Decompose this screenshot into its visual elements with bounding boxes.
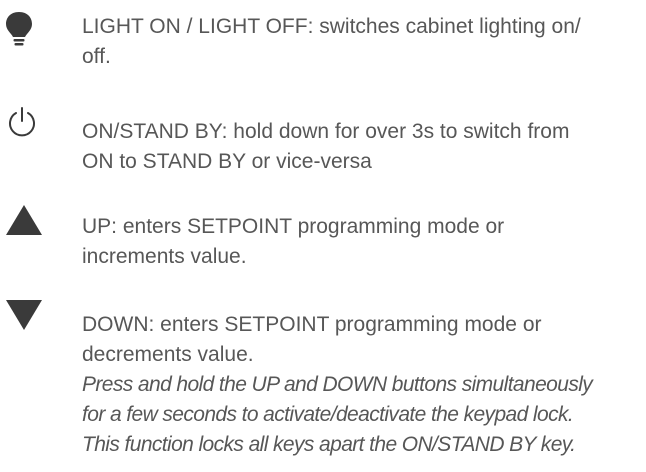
up-word: enters	[122, 215, 182, 238]
up-word-label: UP:	[82, 215, 118, 238]
down-description-line-1: DOWN: enters SETPOINT programming mode o…	[82, 310, 640, 340]
power-icon	[6, 106, 42, 142]
down-word-label: DOWN:	[82, 313, 155, 336]
keypad-lock-note-line-2: for a few seconds to activate/deactivate…	[82, 403, 574, 426]
up-word: programming	[297, 215, 422, 238]
down-word: SETPOINT	[224, 313, 330, 336]
down-arrow-icon	[6, 300, 42, 336]
light-description-line-2: off.	[82, 45, 111, 68]
power-description-line-2: ON to STAND BY or vice-versa	[82, 150, 372, 173]
up-word: or	[485, 215, 505, 238]
power-description-line-1: ON/STAND BY: hold down for over 3s to sw…	[82, 120, 570, 143]
down-word: or	[522, 313, 542, 336]
up-word: mode	[427, 215, 480, 238]
up-word: SETPOINT	[187, 215, 292, 238]
lightbulb-icon	[4, 10, 40, 46]
keypad-lock-note-line-3: This function locks all keys apart the O…	[82, 433, 576, 456]
up-description-line-2: increments value.	[82, 245, 247, 268]
down-word: programming	[334, 313, 459, 336]
keypad-lock-note-line-1: Press and hold the UP and DOWN buttons s…	[82, 373, 593, 396]
down-word: enters	[160, 313, 219, 336]
up-description-line-1: UP: enters SETPOINT programming mode or	[82, 212, 640, 242]
down-word: mode	[464, 313, 517, 336]
down-description-line-2: decrements value.	[82, 343, 254, 366]
light-description-line-1: LIGHT ON / LIGHT OFF: switches cabinet l…	[82, 15, 581, 38]
up-arrow-icon	[6, 205, 42, 241]
